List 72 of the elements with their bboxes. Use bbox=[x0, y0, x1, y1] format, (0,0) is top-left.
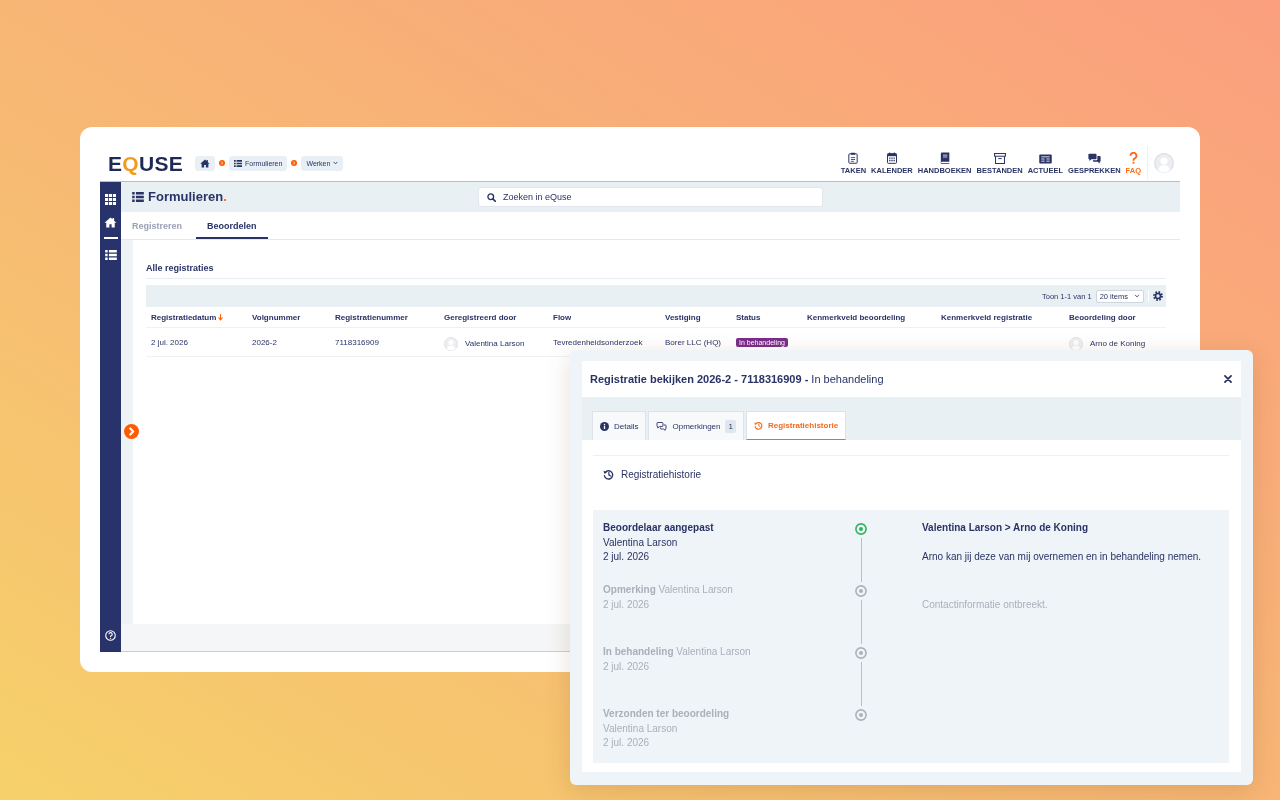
clipboard-icon bbox=[848, 151, 859, 164]
section-title: Alle registraties bbox=[146, 262, 215, 274]
avatar-icon bbox=[444, 336, 458, 351]
table-cell: Tevredenheidsonderzoek bbox=[553, 337, 643, 347]
logo: EQUSE bbox=[108, 152, 184, 174]
column-header[interactable]: Kenmerkveld beoordeling bbox=[807, 312, 906, 322]
event-date: 2 jul. 2026 bbox=[603, 550, 651, 564]
caret-down-icon bbox=[333, 161, 339, 165]
event-title: Beoordelaar aangepast bbox=[603, 522, 714, 533]
event-note: Contactinformatie ontbreekt. bbox=[922, 597, 1049, 612]
sort-down-arrow-icon bbox=[218, 313, 224, 321]
archive-box-icon bbox=[993, 152, 1006, 164]
home-breadcrumb[interactable] bbox=[195, 155, 216, 171]
dialog-title: Registratie bekijken 2026-2 - 7118316909 - In behandeling bbox=[590, 373, 884, 385]
table-cell: 7118316909 bbox=[335, 337, 379, 347]
book-icon bbox=[939, 151, 950, 164]
column-header[interactable]: Status bbox=[736, 312, 761, 322]
column-header[interactable]: Geregistreerd door bbox=[444, 312, 517, 322]
home-icon bbox=[200, 158, 211, 168]
event-title: In behandeling bbox=[603, 646, 674, 657]
section-title: Registratiehistorie bbox=[621, 468, 702, 480]
tab[interactable]: Beoordelen bbox=[196, 212, 268, 239]
tab[interactable]: Details bbox=[592, 411, 647, 440]
grid-icon[interactable] bbox=[105, 194, 116, 205]
close-icon[interactable] bbox=[1224, 375, 1232, 383]
event-user: Valentina Larson bbox=[658, 584, 733, 595]
list-icon bbox=[132, 192, 144, 202]
table-cell: Borer LLC (HQ) bbox=[665, 337, 721, 347]
settings-icon[interactable] bbox=[1153, 291, 1163, 301]
column-header[interactable]: Volgnummer bbox=[252, 312, 301, 322]
search-field[interactable]: Zoeken in eQuse bbox=[478, 187, 823, 207]
calendar-icon bbox=[886, 151, 897, 164]
home-icon[interactable] bbox=[104, 217, 117, 228]
column-header[interactable]: Registratienummer bbox=[335, 312, 408, 322]
chat-icon bbox=[656, 421, 668, 431]
column-header[interactable]: Vestiging bbox=[665, 312, 701, 322]
table-cell: Valentina Larson bbox=[465, 339, 525, 348]
event-note: Arno kan jij deze van mij overnemen en in behandeling nemen. bbox=[922, 550, 1203, 564]
event-heading: Valentina Larson > Arno de Koning bbox=[922, 521, 1090, 535]
event-date: 2 jul. 2026 bbox=[603, 659, 651, 674]
chevron-right-icon bbox=[291, 160, 298, 166]
event-user: Valentina Larson bbox=[603, 536, 678, 548]
column-header[interactable]: Kenmerkveld registratie bbox=[941, 312, 1033, 322]
page-title: Formulieren. bbox=[148, 189, 227, 205]
tab[interactable]: Opmerkingen 1 bbox=[648, 411, 744, 440]
newspaper-icon bbox=[1038, 153, 1052, 164]
event-title: Verzonden ter beoordeling bbox=[603, 708, 730, 719]
help-icon[interactable] bbox=[105, 630, 116, 641]
question-mark-icon bbox=[1128, 151, 1138, 164]
avatar-icon bbox=[1154, 153, 1174, 173]
caret-down-icon bbox=[1134, 294, 1140, 298]
column-header[interactable]: Flow bbox=[553, 312, 572, 322]
history-icon bbox=[753, 421, 763, 430]
event-user: Valentina Larson bbox=[676, 646, 751, 657]
event-title: Opmerking bbox=[603, 584, 656, 595]
list-icon bbox=[234, 159, 243, 167]
table-cell: 2026-2 bbox=[252, 337, 277, 347]
count-badge: 1 bbox=[725, 419, 736, 433]
event-user: Valentina Larson bbox=[603, 722, 678, 734]
event-date: 2 jul. 2026 bbox=[603, 736, 651, 750]
info-icon bbox=[600, 421, 609, 431]
column-header[interactable]: Beoordeling door bbox=[1069, 312, 1136, 322]
search-icon bbox=[487, 192, 496, 202]
chat-bubbles-icon bbox=[1087, 152, 1101, 164]
event-date: 2 jul. 2026 bbox=[603, 597, 651, 612]
history-icon bbox=[603, 468, 614, 480]
chevron-right-icon[interactable] bbox=[124, 424, 139, 439]
column-header[interactable]: Registratiedatum bbox=[151, 312, 224, 322]
chevron-right-icon bbox=[219, 160, 226, 166]
list-icon[interactable] bbox=[104, 250, 117, 260]
table-cell: Arno de Koning bbox=[1090, 339, 1146, 348]
table-cell: 2 jul. 2026 bbox=[151, 337, 188, 347]
